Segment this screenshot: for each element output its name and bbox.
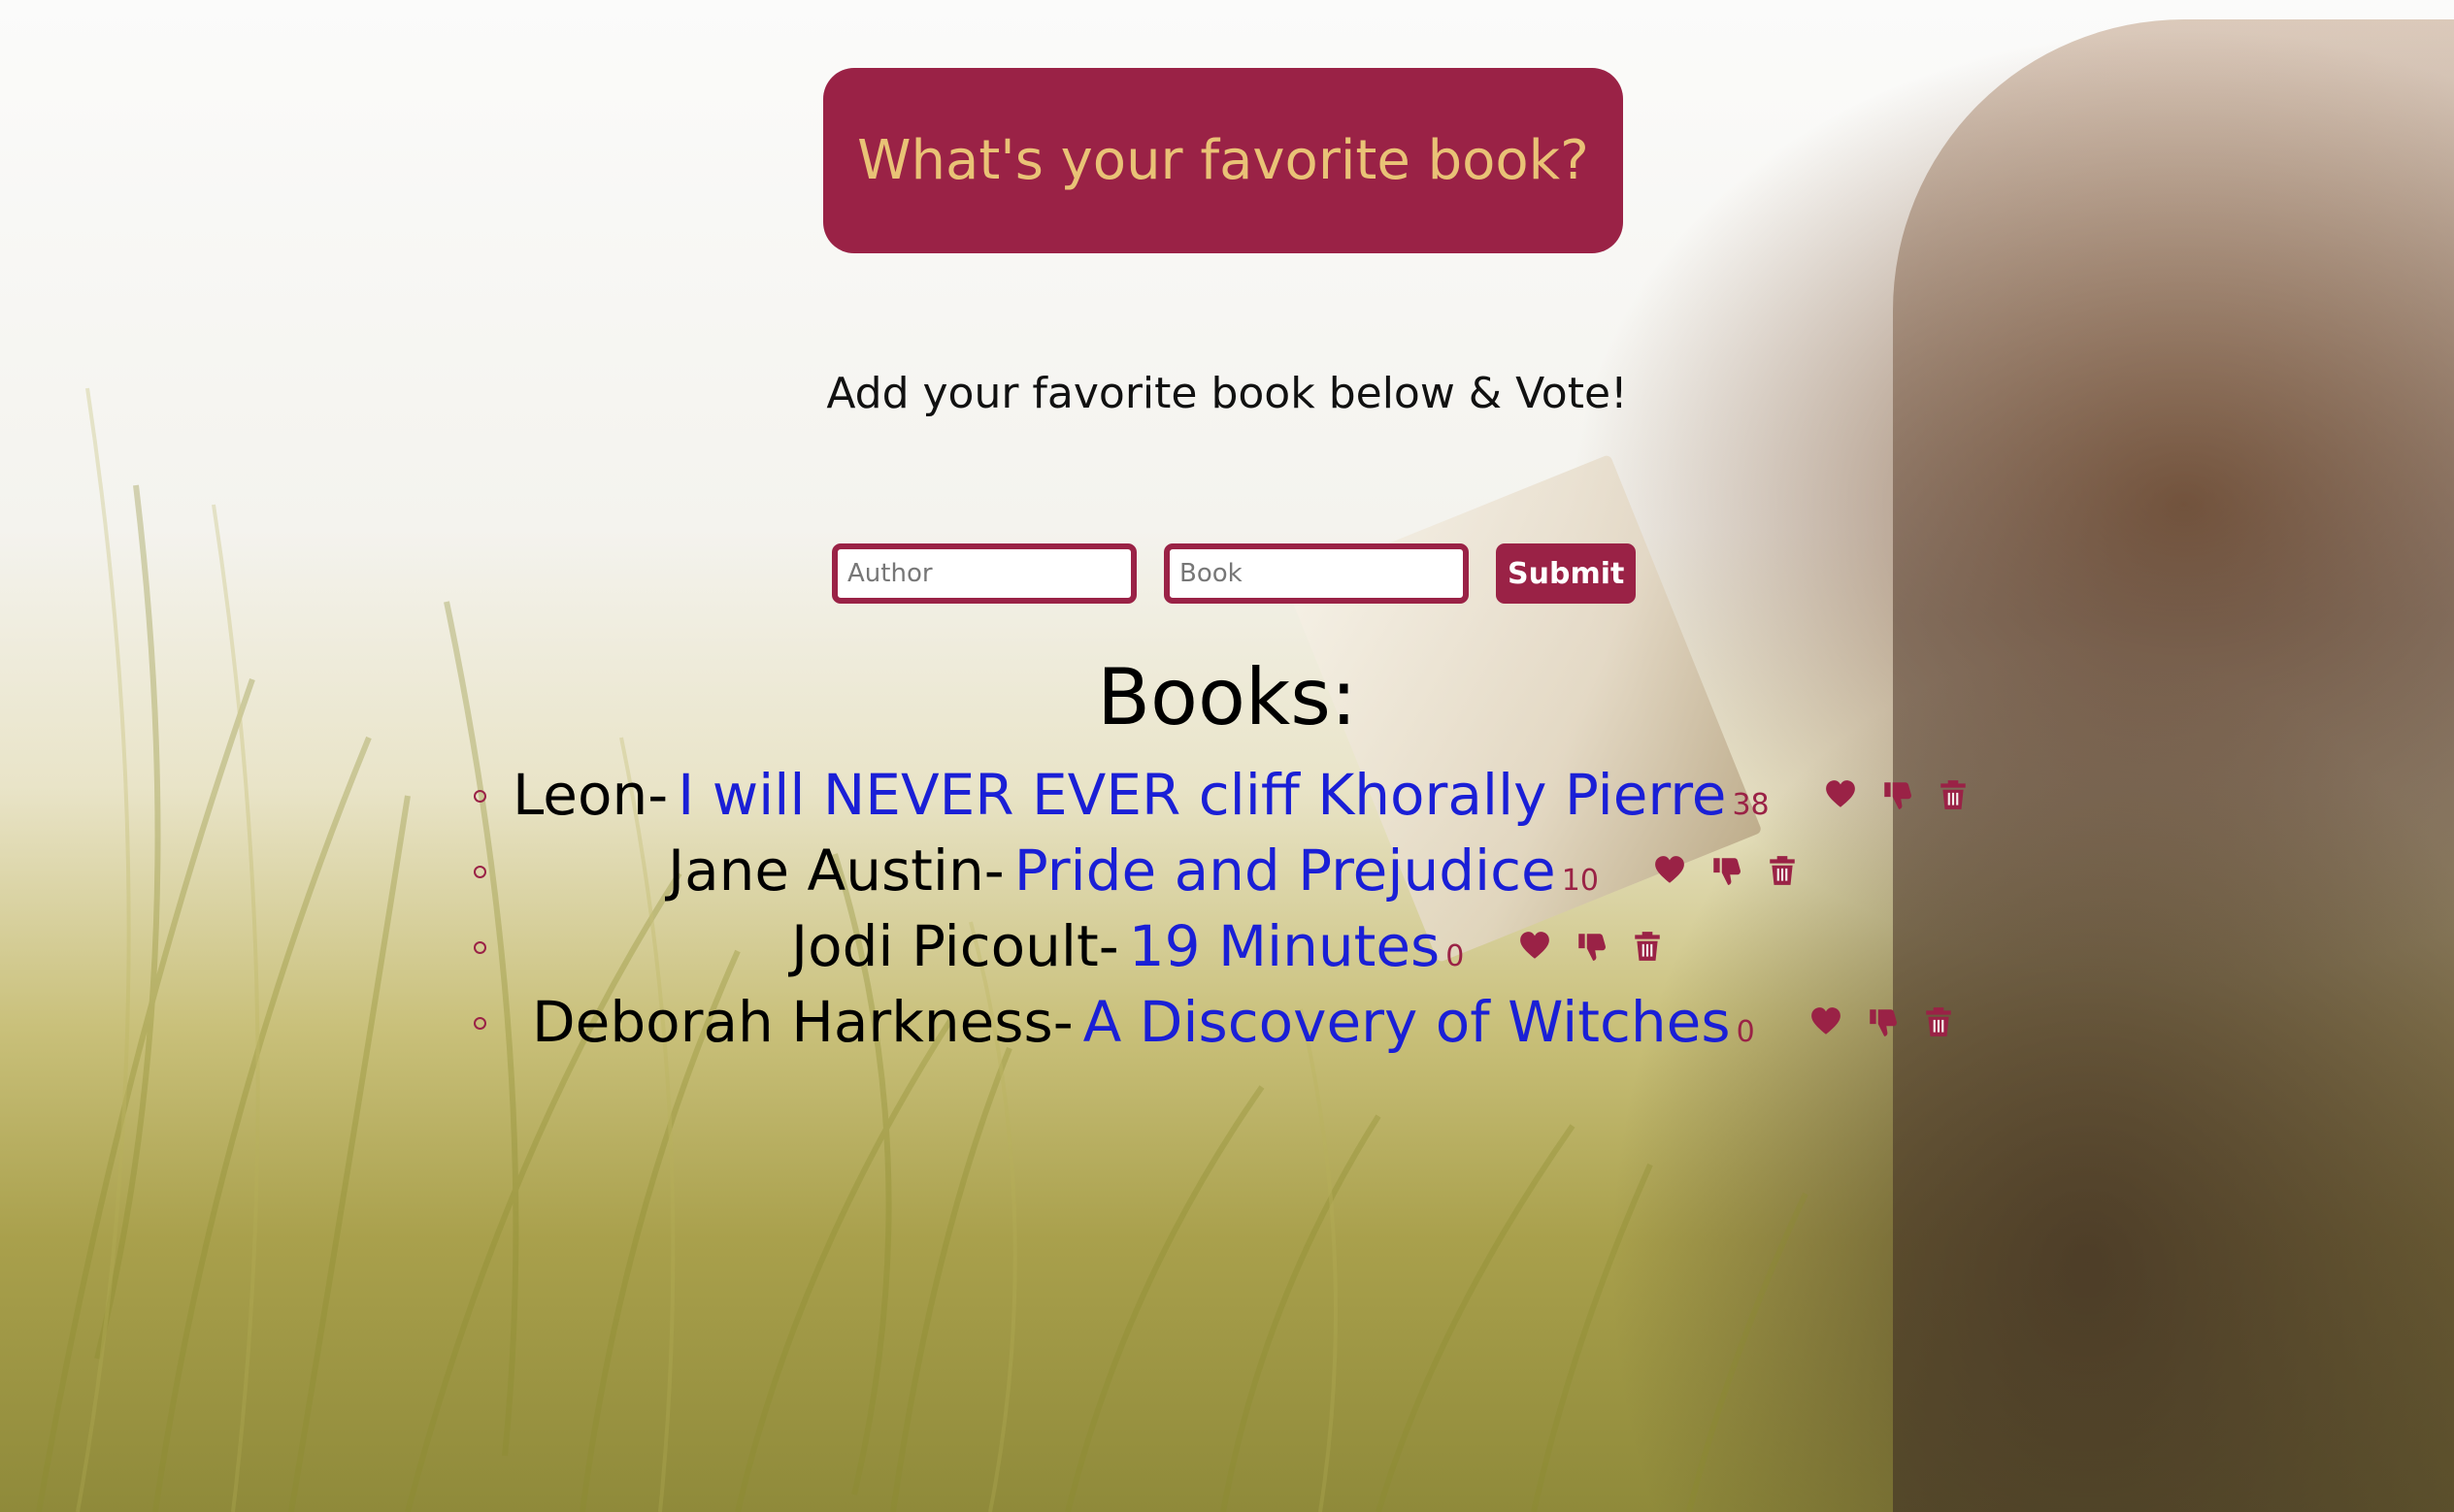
heart-icon[interactable] (1653, 854, 1686, 887)
heart-icon[interactable] (1809, 1005, 1842, 1038)
trash-icon[interactable] (1766, 854, 1799, 887)
vote-count: 0 (1736, 1015, 1755, 1049)
vote-count: 0 (1445, 939, 1465, 973)
heart-icon[interactable] (1518, 930, 1551, 963)
header-banner: What's your favorite book? (823, 68, 1623, 253)
book-actions (1653, 854, 1799, 887)
trash-icon[interactable] (1631, 930, 1664, 963)
submit-button[interactable]: Submit (1496, 543, 1637, 604)
book-entry: Deborah Harkness- A Discovery of Witches… (532, 989, 1755, 1055)
book-author: Deborah Harkness- (532, 989, 1074, 1055)
book-entry: Leon- I will NEVER EVER cliff Khorally P… (513, 762, 1770, 828)
book-list: Leon- I will NEVER EVER cliff Khorally P… (466, 757, 2019, 1060)
add-book-form: Submit (832, 543, 1637, 604)
trash-icon[interactable] (1937, 778, 1970, 811)
book-title: Pride and Prejudice (1013, 838, 1556, 904)
trash-icon[interactable] (1922, 1005, 1955, 1038)
bullet-icon (474, 790, 486, 803)
list-item: Jodi Picoult- 19 Minutes 0 (466, 908, 2019, 984)
bullet-icon (474, 1017, 486, 1030)
vote-count: 10 (1561, 864, 1599, 898)
list-item: Jane Austin- Pride and Prejudice 10 (466, 833, 2019, 908)
bullet-icon (474, 941, 486, 954)
bullet-icon (474, 866, 486, 878)
page: What's your favorite book? Add your favo… (0, 0, 2454, 1512)
book-actions (1824, 778, 1970, 811)
thumbs-down-icon[interactable] (1575, 930, 1608, 963)
book-author: Leon- (513, 762, 669, 828)
book-input[interactable] (1164, 543, 1469, 604)
thumbs-down-icon[interactable] (1880, 778, 1913, 811)
books-heading: Books: (1097, 652, 1357, 742)
book-author: Jane Austin- (668, 838, 1005, 904)
book-actions (1809, 1005, 1955, 1038)
list-item: Deborah Harkness- A Discovery of Witches… (466, 984, 2019, 1060)
book-actions (1518, 930, 1664, 963)
vote-count: 38 (1732, 788, 1770, 822)
thumbs-down-icon[interactable] (1709, 854, 1742, 887)
book-title: I will NEVER EVER cliff Khorally Pierre (678, 762, 1727, 828)
page-title: What's your favorite book? (857, 129, 1589, 192)
heart-icon[interactable] (1824, 778, 1857, 811)
thumbs-down-icon[interactable] (1866, 1005, 1899, 1038)
instructions-text: Add your favorite book below & Vote! (826, 369, 1628, 418)
author-input[interactable] (832, 543, 1137, 604)
book-entry: Jodi Picoult- 19 Minutes 0 (791, 913, 1464, 979)
book-title: 19 Minutes (1128, 913, 1441, 979)
book-author: Jodi Picoult- (791, 913, 1119, 979)
list-item: Leon- I will NEVER EVER cliff Khorally P… (466, 757, 2019, 833)
book-entry: Jane Austin- Pride and Prejudice 10 (668, 838, 1599, 904)
book-title: A Discovery of Witches (1082, 989, 1731, 1055)
